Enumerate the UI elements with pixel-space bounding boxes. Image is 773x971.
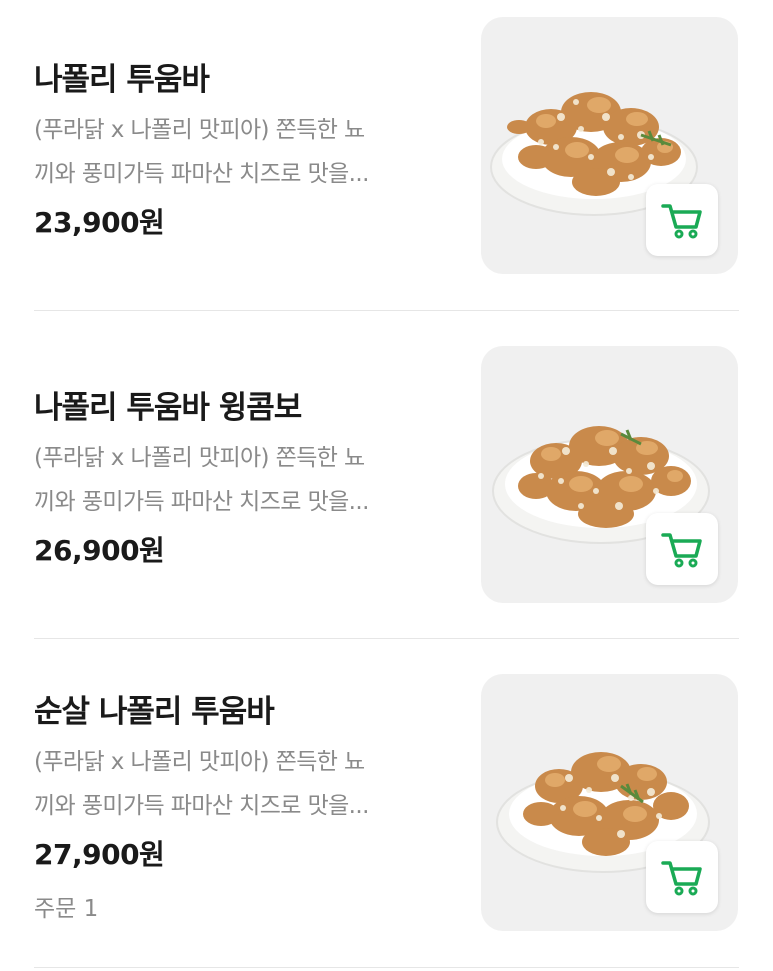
menu-item-price: 27,900원 (34, 838, 165, 871)
menu-item-price: 23,900원 (34, 206, 165, 239)
menu-item-image[interactable] (481, 674, 738, 931)
menu-item-description: (푸라닭 x 나폴리 맛피아) 쫀득한 뇨 끼와 풍미가득 파마산 치즈로 맛을… (34, 749, 369, 819)
menu-item-description: (푸라닭 x 나폴리 맛피아) 쫀득한 뇨 끼와 풍미가득 파마산 치즈로 맛을… (34, 117, 369, 187)
menu-item-description: (푸라닭 x 나폴리 맛피아) 쫀득한 뇨 끼와 풍미가득 파마산 치즈로 맛을… (34, 445, 369, 515)
menu-item-name: 순살 나폴리 투움바 (34, 694, 275, 730)
menu-item[interactable]: 순살 나폴리 투움바 (푸라닭 x 나폴리 맛피아) 쫀득한 뇨 끼와 풍미가득… (0, 639, 773, 967)
menu-item-name: 나폴리 투움바 (34, 62, 210, 98)
menu-item-price: 26,900원 (34, 534, 165, 567)
add-to-cart-button[interactable] (646, 841, 718, 913)
add-to-cart-button[interactable] (646, 513, 718, 585)
cart-icon (661, 204, 702, 239)
cart-icon (661, 533, 702, 568)
divider (34, 967, 739, 968)
order-count: 주문 1 (34, 896, 99, 922)
menu-list: 나폴리 투움바 (푸라닭 x 나폴리 맛피아) 쫀득한 뇨 끼와 풍미가득 파마… (0, 0, 773, 971)
menu-item[interactable]: 나폴리 투움바 윙콤보 (푸라닭 x 나폴리 맛피아) 쫀득한 뇨 끼와 풍미가… (0, 311, 773, 638)
menu-item-image[interactable] (481, 17, 738, 274)
add-to-cart-button[interactable] (646, 184, 718, 256)
menu-item[interactable]: 나폴리 투움바 (푸라닭 x 나폴리 맛피아) 쫀득한 뇨 끼와 풍미가득 파마… (0, 0, 773, 310)
cart-icon (661, 861, 702, 896)
menu-item-name: 나폴리 투움바 윙콤보 (34, 390, 302, 426)
menu-item-image[interactable] (481, 346, 738, 603)
